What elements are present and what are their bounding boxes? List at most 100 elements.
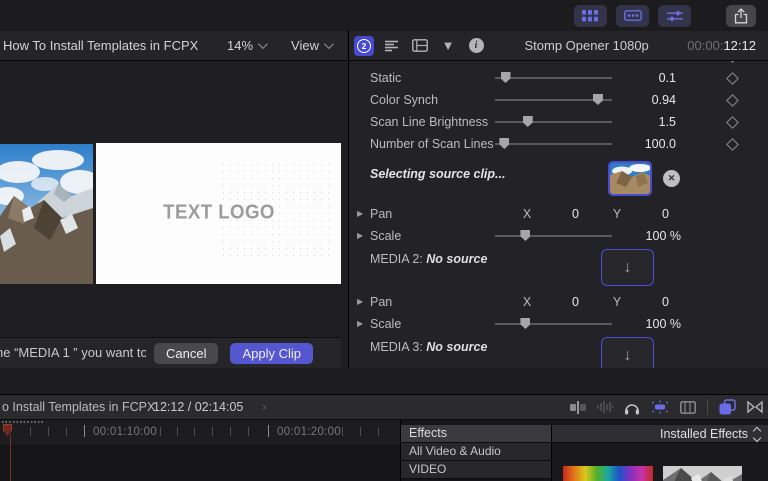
chevron-down-icon xyxy=(258,39,268,49)
cancel-button[interactable]: Cancel xyxy=(154,343,218,364)
keyframe-diamond-icon[interactable] xyxy=(726,94,739,107)
param-row: Number of Scan Lines 100.0 xyxy=(349,133,768,155)
pan-label: Pan xyxy=(370,295,392,309)
clear-source-button[interactable]: ✕ xyxy=(663,170,680,187)
dialog-message: he “MEDIA 1 ” you want to... xyxy=(0,345,146,360)
param-row: Static 0.1 xyxy=(349,67,768,89)
disclosure-triangle-icon[interactable]: ▶ xyxy=(357,231,363,240)
pan-row: ▶ Pan X 0 Y 0 xyxy=(349,203,768,225)
scale-label: Scale xyxy=(370,317,401,331)
effect-thumbnail-rainbow[interactable] xyxy=(563,466,653,481)
effects-browser-icon[interactable] xyxy=(719,399,736,415)
pan-row: ▶ Pan X 0 Y 0 xyxy=(349,291,768,313)
info-inspector-tab[interactable]: i xyxy=(466,36,486,56)
view-dropdown[interactable]: View xyxy=(291,38,331,53)
chevron-right-icon[interactable]: › xyxy=(262,399,266,414)
transitions-browser-icon[interactable] xyxy=(747,400,763,414)
close-icon: ✕ xyxy=(668,173,676,184)
video-frame-mountain[interactable] xyxy=(0,144,93,284)
viewer-canvas: TEXT LOGO he “MEDIA 1 ” you want to... C… xyxy=(0,61,347,368)
param-value[interactable]: 0.1 xyxy=(616,71,676,85)
generator-inspector-tab[interactable]: 2 xyxy=(354,36,374,56)
zoom-level-value: 14% xyxy=(227,38,253,53)
window-toolbar xyxy=(0,0,768,32)
trim-icon[interactable] xyxy=(570,400,586,414)
scale-value[interactable]: 100 % xyxy=(601,317,681,331)
param-slider[interactable] xyxy=(495,133,612,155)
media-2-drop-button[interactable]: ↓ xyxy=(601,249,654,286)
keyframe-diamond-icon[interactable] xyxy=(726,72,739,85)
source-clip-thumbnail[interactable] xyxy=(608,161,652,196)
audio-waveform-icon[interactable] xyxy=(597,400,613,414)
param-label: Number of Scan Lines xyxy=(370,137,494,151)
scale-slider[interactable] xyxy=(495,225,612,247)
dialog-message-wrap: he “MEDIA 1 ” you want to... xyxy=(0,344,146,362)
effects-list: Installed Effects xyxy=(551,425,768,481)
param-value[interactable]: 100.0 xyxy=(616,137,676,151)
param-slider[interactable] xyxy=(495,89,612,111)
headphones-icon[interactable] xyxy=(624,400,640,415)
scale-row: ▶ Scale 100 % xyxy=(349,225,768,247)
chevron-down-icon xyxy=(324,39,334,49)
inspector-toggle-button[interactable] xyxy=(658,5,691,27)
timeline-toolbar-icons xyxy=(570,395,763,419)
source-clip-row: Selecting source clip... ✕ xyxy=(349,159,768,201)
disclosure-triangle-icon[interactable]: ▶ xyxy=(357,297,363,306)
share-button[interactable] xyxy=(726,5,756,27)
disclosure-triangle-icon[interactable]: ▶ xyxy=(357,209,363,218)
pan-y-value[interactable]: 0 xyxy=(635,207,669,221)
pan-x-label: X xyxy=(521,207,533,221)
browser-toggle-button[interactable] xyxy=(574,5,607,27)
pan-x-value[interactable]: 0 xyxy=(545,295,579,309)
pan-y-value[interactable]: 0 xyxy=(635,295,669,309)
effects-category-all[interactable]: All Video & Audio xyxy=(401,443,551,461)
zoom-level-dropdown[interactable]: 14% xyxy=(227,38,265,53)
transition-inspector-tab[interactable]: ▼ xyxy=(438,36,458,56)
filmstrip-icon xyxy=(624,10,642,21)
pan-y-label: Y xyxy=(611,295,623,309)
pan-x-value[interactable]: 0 xyxy=(545,207,579,221)
disclosure-triangle-icon[interactable]: ▶ xyxy=(357,319,363,328)
view-label: View xyxy=(291,38,319,53)
installed-effects-dropdown[interactable]: Installed Effects xyxy=(552,425,768,443)
snapping-icon[interactable] xyxy=(651,400,669,414)
media-2-label: MEDIA 2: No source xyxy=(370,252,487,266)
text-inspector-tab[interactable] xyxy=(382,36,402,56)
scale-value[interactable]: 100 % xyxy=(601,229,681,243)
video-inspector-tab[interactable] xyxy=(410,36,430,56)
clip-title: Stomp Opener 1080p xyxy=(486,38,687,53)
timeline-toggle-button[interactable] xyxy=(616,5,649,27)
timeline-ruler[interactable]: 00:01:10:00 00:01:20:00 xyxy=(0,420,400,445)
video-frame-text-logo[interactable]: TEXT LOGO xyxy=(96,143,341,284)
keyframe-diamond-icon[interactable] xyxy=(726,116,739,129)
media-3-label: MEDIA 3: No source xyxy=(370,340,487,354)
fcpx-window: How To Install Templates in FCPX 14% Vie… xyxy=(0,0,768,481)
inspector-timecode: 00:00:12:12 xyxy=(687,38,768,53)
scale-label: Scale xyxy=(370,229,401,243)
pan-x-label: X xyxy=(521,295,533,309)
param-value[interactable]: 0.94 xyxy=(616,93,676,107)
film-frame-icon xyxy=(412,39,428,52)
effects-category-video[interactable]: VIDEO xyxy=(401,461,551,479)
apply-clip-button[interactable]: Apply Clip xyxy=(230,343,313,364)
timeline-project-name[interactable]: o Install Templates in FCPX xyxy=(2,400,155,414)
param-value[interactable]: 1.5 xyxy=(616,115,676,129)
param-slider[interactable] xyxy=(495,111,612,133)
clip-appearance-icon[interactable] xyxy=(680,401,696,414)
ruler-timecode-label: 00:01:20:00 xyxy=(277,426,341,438)
keyframe-diamond-icon[interactable] xyxy=(726,138,739,151)
effects-header: Effects xyxy=(401,425,551,443)
effect-thumbnail-grayscale[interactable] xyxy=(663,466,742,481)
scale-slider[interactable] xyxy=(495,313,612,335)
sliders-icon xyxy=(667,10,683,22)
param-slider[interactable] xyxy=(495,67,612,89)
triangle-down-icon: ▼ xyxy=(442,39,455,52)
param-value[interactable]: 10.0 xyxy=(616,61,676,63)
timeline-tracks[interactable] xyxy=(0,445,400,481)
param-label: Static xyxy=(370,71,401,85)
media-3-drop-button[interactable]: ↓ xyxy=(601,337,654,368)
param-label: Color Synch xyxy=(370,93,438,107)
text-logo: TEXT LOGO xyxy=(163,201,275,224)
keyframe-diamond-icon[interactable] xyxy=(726,61,739,63)
timecode-hours: 00:00: xyxy=(687,38,723,53)
